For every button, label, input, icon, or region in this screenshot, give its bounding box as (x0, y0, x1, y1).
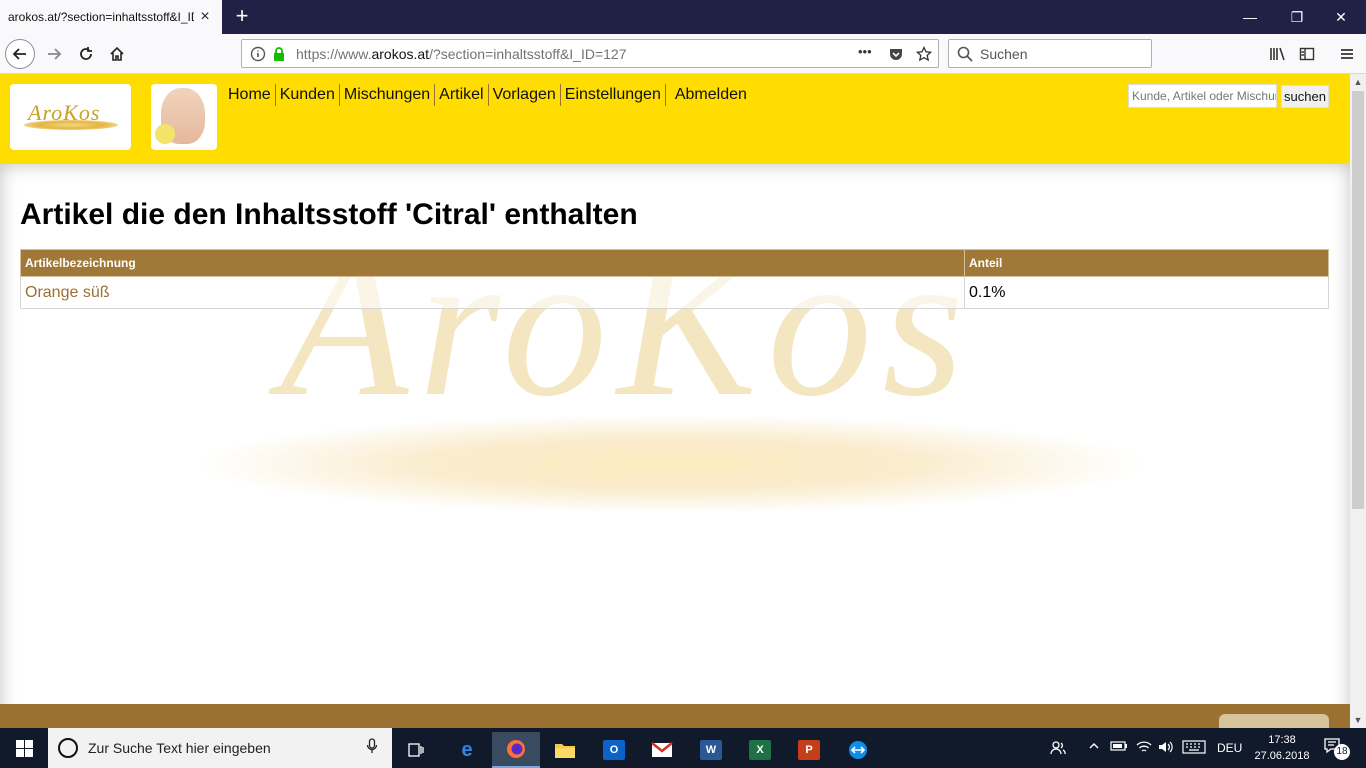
teamviewer-icon[interactable] (834, 732, 882, 768)
main-menu: Home Kunden Mischungen Artikel Vorlagen … (224, 84, 751, 106)
info-icon[interactable] (250, 46, 266, 65)
menu-item-home[interactable]: Home (224, 84, 276, 106)
scroll-thumb[interactable] (1352, 91, 1364, 509)
logo-dish (24, 120, 118, 130)
url-path: /?section=inhaltsstoff&I_ID=127 (429, 46, 627, 62)
footer-tab[interactable] (1219, 714, 1329, 728)
header-photo (151, 84, 217, 150)
site-search-input[interactable]: Kunde, Artikel oder Mischung (1128, 84, 1277, 108)
search-icon (957, 46, 973, 67)
forward-button[interactable] (38, 38, 70, 70)
article-link[interactable]: Orange süß (25, 284, 109, 301)
outlook-icon[interactable]: O (590, 732, 638, 768)
menu-item-mischungen[interactable]: Mischungen (340, 84, 436, 106)
microphone-icon[interactable] (366, 738, 378, 757)
menu-item-artikel[interactable]: Artikel (435, 84, 489, 106)
keyboard-icon[interactable] (1182, 740, 1206, 757)
column-header-share: Anteil (964, 249, 1329, 277)
clock-date: 27.06.2018 (1254, 750, 1310, 762)
site-footer (0, 704, 1350, 728)
url-prefix: https://www. (296, 46, 372, 62)
sidebar-icon (1299, 47, 1315, 61)
browser-tab-bar: arokos.at/?section=inhaltsstoff&I_ID=127… (0, 0, 1366, 34)
action-center-button[interactable]: 18 (1322, 738, 1350, 760)
tab-close-icon[interactable]: × (196, 8, 214, 26)
site-header: AroKos Home Kunden Mischungen Artikel Vo… (0, 74, 1350, 164)
table-header-row: Artikelbezeichnung Anteil (20, 249, 1329, 277)
cell-article-share: 0.1% (964, 276, 1329, 309)
menu-item-kunden[interactable]: Kunden (276, 84, 340, 106)
wifi-icon[interactable] (1136, 740, 1152, 757)
excel-icon[interactable]: X (736, 732, 784, 768)
menu-item-abmelden[interactable]: Abmelden (666, 84, 751, 106)
hamburger-menu-icon (1341, 49, 1353, 59)
pocket-icon[interactable] (888, 46, 904, 65)
forward-arrow-icon (48, 48, 62, 60)
scroll-up-icon[interactable]: ▲ (1350, 74, 1366, 90)
back-button[interactable] (4, 38, 36, 70)
firefox-icon[interactable] (492, 732, 540, 768)
cell-article-name: Orange süß (20, 276, 965, 309)
reload-icon (80, 47, 92, 60)
browser-tab-active[interactable]: arokos.at/?section=inhaltsstoff&I_ID=127… (0, 0, 222, 34)
menu-button[interactable] (1331, 38, 1363, 70)
url-bar[interactable]: https://www.arokos.at/?section=inhaltsst… (241, 39, 939, 68)
browser-navigation-bar: https://www.arokos.at/?section=inhaltsst… (0, 34, 1366, 74)
url-text: https://www.arokos.at/?section=inhaltsst… (296, 46, 627, 62)
column-header-name: Artikelbezeichnung (20, 249, 965, 277)
menu-item-einstellungen[interactable]: Einstellungen (561, 84, 666, 106)
library-button[interactable] (1262, 38, 1294, 70)
system-clock[interactable]: 17:38 27.06.2018 (1252, 732, 1312, 764)
tray-expand-icon[interactable] (1088, 740, 1100, 755)
bookmark-star-icon[interactable] (915, 45, 933, 65)
reload-button[interactable] (70, 38, 102, 70)
web-page: AroKos AroKos Home Kunden Mischungen Art… (0, 74, 1350, 728)
notification-count: 18 (1334, 744, 1350, 760)
word-icon[interactable]: W (687, 732, 735, 768)
articles-table: Artikelbezeichnung Anteil Orange süß 0.1… (20, 249, 1329, 309)
tab-title: arokos.at/?section=inhaltsstoff&I_ID=127 (8, 10, 194, 24)
restore-window-button[interactable]: ❐ (1282, 6, 1312, 28)
page-actions-icon[interactable]: ••• (858, 44, 872, 59)
page-scrollbar[interactable]: ▲ ▼ (1350, 74, 1366, 728)
close-window-button[interactable]: ✕ (1326, 6, 1356, 28)
taskbar-search-box[interactable]: Zur Suche Text hier eingeben (48, 728, 392, 768)
powerpoint-icon[interactable]: P (785, 732, 833, 768)
scroll-down-icon[interactable]: ▼ (1350, 712, 1366, 728)
back-arrow-icon (12, 48, 26, 60)
home-icon (110, 46, 124, 61)
windows-taskbar: Zur Suche Text hier eingeben e O W X P D… (0, 728, 1366, 768)
file-explorer-icon[interactable] (541, 732, 589, 768)
sidebar-toggle-button[interactable] (1291, 38, 1323, 70)
flower-image (155, 124, 175, 144)
url-domain: arokos.at (371, 46, 430, 62)
site-search-button[interactable]: suchen (1281, 85, 1329, 108)
menu-item-vorlagen[interactable]: Vorlagen (489, 84, 561, 106)
home-button[interactable] (101, 38, 133, 70)
volume-icon[interactable] (1158, 740, 1174, 757)
battery-icon[interactable] (1110, 740, 1128, 755)
edge-icon[interactable]: e (443, 732, 491, 768)
new-tab-button[interactable]: + (230, 4, 254, 28)
taskbar-search-text: Zur Suche Text hier eingeben (88, 740, 271, 756)
windows-logo-icon (15, 739, 33, 757)
lock-icon[interactable] (272, 46, 286, 65)
clock-time: 17:38 (1268, 734, 1296, 746)
mail-icon[interactable] (638, 732, 686, 768)
people-icon[interactable] (1050, 740, 1066, 759)
library-icon (1270, 47, 1285, 61)
task-view-icon[interactable] (392, 732, 440, 768)
input-language[interactable]: DEU (1217, 741, 1242, 755)
arokos-logo[interactable]: AroKos (10, 84, 131, 150)
table-row: Orange süß 0.1% (20, 276, 1329, 309)
browser-search-placeholder: Suchen (980, 46, 1028, 62)
start-button[interactable] (0, 728, 48, 768)
cortana-icon (58, 738, 78, 758)
browser-search-bar[interactable]: Suchen (948, 39, 1152, 68)
page-title: Artikel die den Inhaltsstoff 'Citral' en… (20, 198, 638, 231)
minimize-window-button[interactable]: — (1235, 6, 1265, 28)
